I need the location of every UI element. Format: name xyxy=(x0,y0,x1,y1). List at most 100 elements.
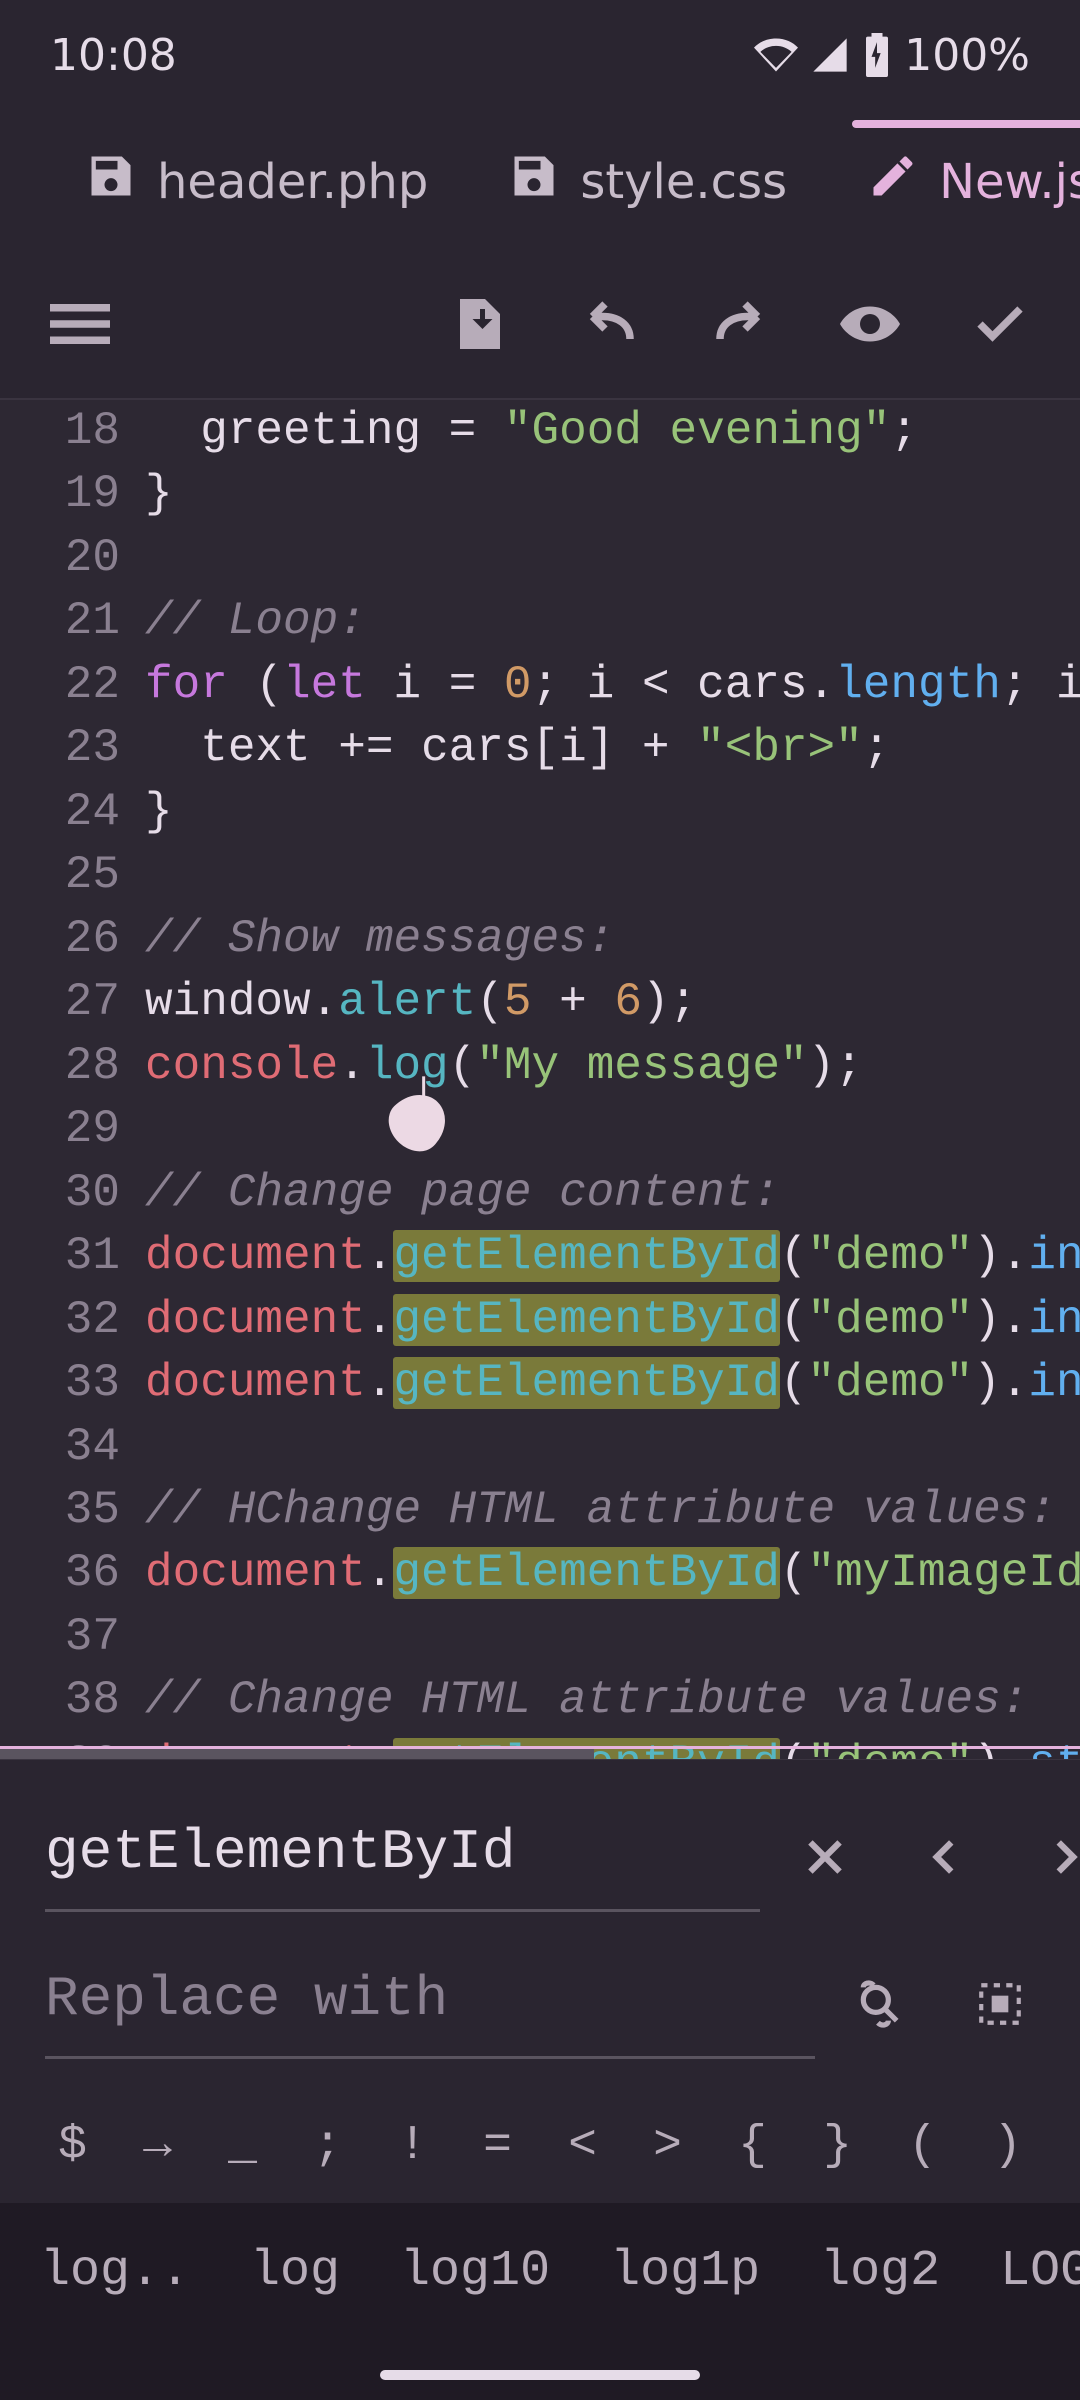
symbol-key[interactable]: → xyxy=(115,2119,200,2173)
code-line[interactable]: 21// Loop: xyxy=(0,590,1080,653)
line-content[interactable]: document.getElementById("myImageId").s xyxy=(140,1542,1080,1605)
symbol-shortcut-row: $→_;!=<>{}() xyxy=(0,2089,1080,2203)
line-number: 28 xyxy=(0,1035,140,1098)
code-line[interactable]: 18 greeting = "Good evening"; xyxy=(0,400,1080,463)
symbol-key[interactable]: _ xyxy=(200,2119,285,2173)
code-line[interactable]: 30// Change page content: xyxy=(0,1162,1080,1225)
code-line[interactable]: 38// Change HTML attribute values: xyxy=(0,1669,1080,1732)
system-nav-bar xyxy=(0,2350,1080,2400)
symbol-key[interactable]: { xyxy=(710,2119,795,2173)
code-line[interactable]: 31document.getElementById("demo").innerH xyxy=(0,1225,1080,1288)
line-content[interactable]: // HChange HTML attribute values: xyxy=(140,1479,1080,1542)
replace-all-button[interactable] xyxy=(975,1979,1025,2033)
line-content[interactable] xyxy=(140,1416,1080,1479)
line-content[interactable]: greeting = "Good evening"; xyxy=(140,400,1080,463)
line-content[interactable]: for (let i = 0; i < cars.length; i++) xyxy=(140,654,1080,717)
line-content[interactable]: // Change page content: xyxy=(140,1162,1080,1225)
symbol-key[interactable]: ) xyxy=(965,2119,1050,2173)
home-indicator[interactable] xyxy=(380,2370,700,2380)
code-line[interactable]: 34 xyxy=(0,1416,1080,1479)
code-line[interactable]: 22for (let i = 0; i < cars.length; i++) xyxy=(0,654,1080,717)
line-content[interactable] xyxy=(140,844,1080,907)
status-bar: 10:08 100% xyxy=(0,0,1080,110)
suggestion-item[interactable]: log xyxy=(250,2243,340,2300)
suggestion-item[interactable]: log2 xyxy=(820,2243,940,2300)
line-number: 32 xyxy=(0,1289,140,1352)
wifi-icon xyxy=(754,33,798,77)
suggestion-item[interactable]: log.. xyxy=(40,2243,190,2300)
confirm-button[interactable] xyxy=(970,294,1030,358)
code-line[interactable]: 26// Show messages: xyxy=(0,908,1080,971)
chevron-left-icon xyxy=(920,1832,970,1882)
find-next-button[interactable] xyxy=(1040,1832,1080,1886)
find-input[interactable] xyxy=(45,1805,760,1912)
replace-one-button[interactable] xyxy=(855,1979,905,2033)
suggestion-item[interactable]: log1p xyxy=(610,2243,760,2300)
line-content[interactable]: text += cars[i] + "<br>"; xyxy=(140,717,1080,780)
line-number: 36 xyxy=(0,1542,140,1605)
line-content[interactable]: // Loop: xyxy=(140,590,1080,653)
undo-button[interactable] xyxy=(580,294,640,358)
code-line[interactable]: 23 text += cars[i] + "<br>"; xyxy=(0,717,1080,780)
horizontal-scrollbar[interactable] xyxy=(0,1749,594,1759)
line-content[interactable]: } xyxy=(140,781,1080,844)
preview-button[interactable] xyxy=(840,294,900,358)
line-number: 31 xyxy=(0,1225,140,1288)
redo-button[interactable] xyxy=(710,294,770,358)
line-content[interactable]: // Change HTML attribute values: xyxy=(140,1669,1080,1732)
line-content[interactable]: // Show messages: xyxy=(140,908,1080,971)
file-button[interactable] xyxy=(450,294,510,358)
symbol-key[interactable]: ; xyxy=(285,2119,370,2173)
line-content[interactable]: document.getElementById("demo").innerH xyxy=(140,1352,1080,1415)
code-line[interactable]: 32document.getElementById("demo").innerH xyxy=(0,1289,1080,1352)
clear-find-button[interactable] xyxy=(800,1832,850,1886)
tab-header-php[interactable]: header.php xyxy=(60,130,453,234)
file-restore-icon xyxy=(450,294,510,354)
autocomplete-suggestions: log..loglog10log1plog2LOG2EL xyxy=(0,2203,1080,2350)
code-line[interactable]: 24} xyxy=(0,781,1080,844)
find-prev-button[interactable] xyxy=(920,1832,970,1886)
code-line[interactable]: 33document.getElementById("demo").innerH xyxy=(0,1352,1080,1415)
find-replace-icon xyxy=(855,1979,905,2029)
line-content[interactable]: document.getElementById("demo").innerH xyxy=(140,1289,1080,1352)
menu-button[interactable] xyxy=(50,294,110,358)
line-content[interactable]: document.getElementById("demo").innerH xyxy=(140,1225,1080,1288)
code-line[interactable]: 35// HChange HTML attribute values: xyxy=(0,1479,1080,1542)
line-content[interactable] xyxy=(140,1606,1080,1669)
line-content[interactable] xyxy=(140,1098,1080,1161)
line-number: 35 xyxy=(0,1479,140,1542)
line-content[interactable]: window.alert(5 + 6); xyxy=(140,971,1080,1034)
code-line[interactable]: 37 xyxy=(0,1606,1080,1669)
tab-style-css[interactable]: style.css xyxy=(483,130,812,234)
code-line[interactable]: 20 xyxy=(0,527,1080,590)
code-line[interactable]: 29 xyxy=(0,1098,1080,1161)
code-line[interactable]: 27window.alert(5 + 6); xyxy=(0,971,1080,1034)
code-line[interactable]: 25 xyxy=(0,844,1080,907)
status-indicators: 100% xyxy=(754,30,1030,81)
line-number: 21 xyxy=(0,590,140,653)
code-line[interactable]: 28console.log("My message"); xyxy=(0,1035,1080,1098)
code-line[interactable]: 19} xyxy=(0,463,1080,526)
tab-New-js[interactable]: New.js xyxy=(842,130,1080,234)
code-editor[interactable]: 18 greeting = "Good evening";19}2021// L… xyxy=(0,398,1080,1759)
symbol-key[interactable]: > xyxy=(625,2119,710,2173)
symbol-key[interactable]: ! xyxy=(370,2119,455,2173)
symbol-key[interactable]: = xyxy=(455,2119,540,2173)
line-number: 29 xyxy=(0,1098,140,1161)
symbol-key[interactable]: } xyxy=(795,2119,880,2173)
line-number: 30 xyxy=(0,1162,140,1225)
line-content[interactable]: } xyxy=(140,463,1080,526)
suggestion-item[interactable]: LOG2E xyxy=(1000,2243,1080,2300)
line-number: 22 xyxy=(0,654,140,717)
code-line[interactable]: 36document.getElementById("myImageId").s xyxy=(0,1542,1080,1605)
suggestion-item[interactable]: log10 xyxy=(400,2243,550,2300)
tab-label: style.css xyxy=(580,154,787,210)
symbol-key[interactable]: < xyxy=(540,2119,625,2173)
replace-input[interactable] xyxy=(45,1952,815,2059)
symbol-key[interactable]: $ xyxy=(30,2119,115,2173)
line-content[interactable]: console.log("My message"); xyxy=(140,1035,1080,1098)
symbol-key[interactable]: ( xyxy=(880,2119,965,2173)
battery-charging-icon xyxy=(862,33,892,77)
line-content[interactable] xyxy=(140,527,1080,590)
line-number: 20 xyxy=(0,527,140,590)
